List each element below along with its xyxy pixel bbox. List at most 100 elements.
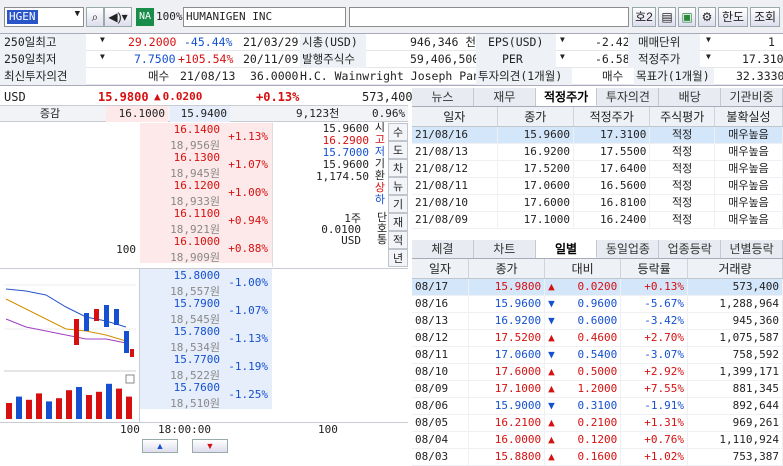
dropdown-icon[interactable]: ▼ <box>100 35 105 44</box>
bid-row[interactable]: 15.7600 18,510원 -1.25% <box>140 381 408 410</box>
ask-row[interactable]: 16.1400 18,956원 +1.13% <box>0 123 272 152</box>
limit-button[interactable]: 한도 <box>718 7 748 27</box>
table-row[interactable]: 21/08/12 17.5200 17.6400 적정 매우높음 <box>412 160 783 178</box>
table-row[interactable]: 08/05 16.2100 ▲ 0.2100 +1.31% 969,261 <box>412 414 783 432</box>
side-tab[interactable]: 차 <box>388 159 408 177</box>
summary-label: 고 <box>374 134 385 146</box>
tab-1[interactable]: 차트 <box>474 240 536 258</box>
dropdown-icon[interactable]: ▼ <box>706 52 711 61</box>
bid-total: 15.9400 <box>170 106 230 122</box>
gear-icon[interactable]: ⚙ <box>698 7 716 27</box>
ask-price: 16.1100 <box>173 207 220 220</box>
close-cell: 15.8800 <box>468 448 546 466</box>
side-tab[interactable]: 적 <box>388 231 408 249</box>
tab-1[interactable]: 재무 <box>474 88 536 106</box>
ho-button[interactable]: 호2 <box>632 7 656 27</box>
bid-row[interactable]: 15.7700 18,522원 -1.19% <box>140 353 408 382</box>
tab-2[interactable]: 일별 <box>535 240 598 258</box>
tab-3[interactable]: 투자의견 <box>597 88 660 106</box>
ask-rate: +0.88% <box>228 242 268 255</box>
summary-label: 상 <box>374 182 385 194</box>
volume-bar <box>86 395 92 419</box>
dropdown-icon[interactable]: ▼ <box>560 35 565 44</box>
table-row[interactable]: 08/03 15.8800 ▲ 0.1600 +1.02% 753,387 <box>412 448 783 466</box>
rate-cell: +0.13% <box>620 278 688 296</box>
cell: 적정 <box>649 160 715 178</box>
change-cell: ▼ 0.3100 <box>544 397 622 415</box>
search-button[interactable]: 조회 <box>750 7 780 27</box>
value: 36.0000 <box>250 69 299 83</box>
rate-cell: +2.92% <box>620 363 688 381</box>
table-row[interactable]: 08/06 15.9000 ▼ 0.3100 -1.91% 892,644 <box>412 397 783 415</box>
side-tab[interactable]: 도 <box>388 141 408 159</box>
value: H.C. Wainwright Joseph Pantgi <box>300 69 501 83</box>
scroll-down-button[interactable]: ▼ <box>192 439 228 453</box>
news-field[interactable] <box>349 7 629 27</box>
table-row[interactable]: 21/08/11 17.0600 16.5600 적정 매우높음 <box>412 177 783 195</box>
cell: 적정 <box>649 126 715 144</box>
daily-tabs: 체결 차트 일별 동일업종 업종등락 년별등락 <box>412 240 783 259</box>
tab-0[interactable]: 뉴스 <box>412 88 474 106</box>
value: 매수 <box>602 69 624 83</box>
side-tab[interactable]: 년 <box>388 249 408 267</box>
side-tab[interactable]: 뉴 <box>388 177 408 195</box>
export-icon[interactable]: ▣ <box>678 7 696 27</box>
value: 7.7500 <box>134 52 176 66</box>
table-row[interactable]: 08/13 16.9200 ▼ 0.6000 -3.42% 945,360 <box>412 312 783 330</box>
table-row[interactable]: 08/09 17.1000 ▲ 1.2000 +7.55% 881,345 <box>412 380 783 398</box>
ask-row[interactable]: 16.1100 18,921원 +0.94% <box>0 207 272 236</box>
rate-cell: -3.07% <box>620 346 688 364</box>
change-value: 0.0200 <box>577 279 618 293</box>
close-cell: 15.9800 <box>468 278 546 296</box>
ask-row[interactable]: 100 16.1000 18,909원 +0.88% <box>0 235 272 264</box>
dropdown-icon[interactable]: ▼ <box>560 52 565 61</box>
table-row[interactable]: 08/12 17.5200 ▲ 0.4600 +2.70% 1,075,587 <box>412 329 783 347</box>
stock-code-select[interactable]: HGEN ▼ <box>4 7 84 27</box>
cell: 21/08/16 <box>412 126 498 144</box>
down-arrow-icon: ▼ <box>548 398 555 412</box>
save-icon[interactable]: ▤ <box>658 7 676 27</box>
price-summary: 15.9600 시 16.2900 고 15.7000 저 15.9600 기 1,174.50… <box>272 123 390 267</box>
side-tab[interactable]: 수 <box>388 123 408 141</box>
table-row[interactable]: 08/10 17.6000 ▲ 0.5000 +2.92% 1,399,171 <box>412 363 783 381</box>
bid-krw: 18,510원 <box>170 397 220 410</box>
tab-3[interactable]: 동일업종 <box>597 240 660 258</box>
cell: 16.8100 <box>573 194 651 212</box>
summary-label: 환 <box>374 170 385 182</box>
label: 최신투자의견 <box>0 68 86 85</box>
volume-bar <box>96 391 102 419</box>
cell: 적정 <box>649 194 715 212</box>
volume-cell: 1,288,964 <box>687 295 783 313</box>
tab-5[interactable]: 기관비중 <box>721 88 783 106</box>
side-tab[interactable]: 재 <box>388 213 408 231</box>
bid-row[interactable]: 15.7800 18,534원 -1.13% <box>140 325 408 354</box>
table-row[interactable]: 21/08/16 15.9600 17.3100 적정 매우높음 <box>412 126 783 144</box>
table-row[interactable]: 08/11 17.0600 ▼ 0.5400 -3.07% 758,592 <box>412 346 783 364</box>
bid-row[interactable]: 15.800018,557원-1.00%100 <box>140 269 476 298</box>
table-row[interactable]: 21/08/09 17.1000 16.2400 적정 매우높음 <box>412 211 783 229</box>
table-row[interactable]: 21/08/10 17.6000 16.8100 적정 매우높음 <box>412 194 783 212</box>
volume-cell: 881,345 <box>687 380 783 398</box>
ask-row[interactable]: 16.1200 18,933원 +1.00% <box>0 179 272 208</box>
tab-2[interactable]: 적정주가 <box>535 88 598 106</box>
tab-4[interactable]: 배당 <box>659 88 722 106</box>
ask-row[interactable]: 16.1300 18,945원 +1.07% <box>0 151 272 180</box>
search-icon[interactable]: ⌕ <box>86 7 104 27</box>
scroll-up-button[interactable]: ▲ <box>142 439 178 453</box>
dropdown-icon[interactable]: ▼ <box>100 52 105 61</box>
table-row[interactable]: 08/16 15.9600 ▼ 0.9600 -5.67% 1,288,964 <box>412 295 783 313</box>
bid-row[interactable]: 15.7900 18,545원 -1.07% <box>140 297 408 326</box>
table-row[interactable]: 08/17 15.9800 ▲ 0.0200 +0.13% 573,400 <box>412 278 783 296</box>
tab-0[interactable]: 체결 <box>412 240 474 258</box>
info-row-opinion: 최신투자의견 매수 21/08/13 36.0000 H.C. Wainwrig… <box>0 68 783 85</box>
speaker-icon[interactable]: ◀)▾ <box>104 7 132 27</box>
side-tab[interactable]: 기 <box>388 195 408 213</box>
rate-cell: -1.91% <box>620 397 688 415</box>
dropdown-icon[interactable]: ▼ <box>706 35 711 44</box>
price-change: 0.0200 <box>154 88 203 106</box>
tab-4[interactable]: 업종등락 <box>659 240 722 258</box>
tab-5[interactable]: 년별등락 <box>721 240 783 258</box>
ratio-label: 100% <box>156 10 183 23</box>
table-row[interactable]: 21/08/13 16.9200 17.5500 적정 매우높음 <box>412 143 783 161</box>
table-row[interactable]: 08/04 16.0000 ▲ 0.1200 +0.76% 1,110,924 <box>412 431 783 449</box>
